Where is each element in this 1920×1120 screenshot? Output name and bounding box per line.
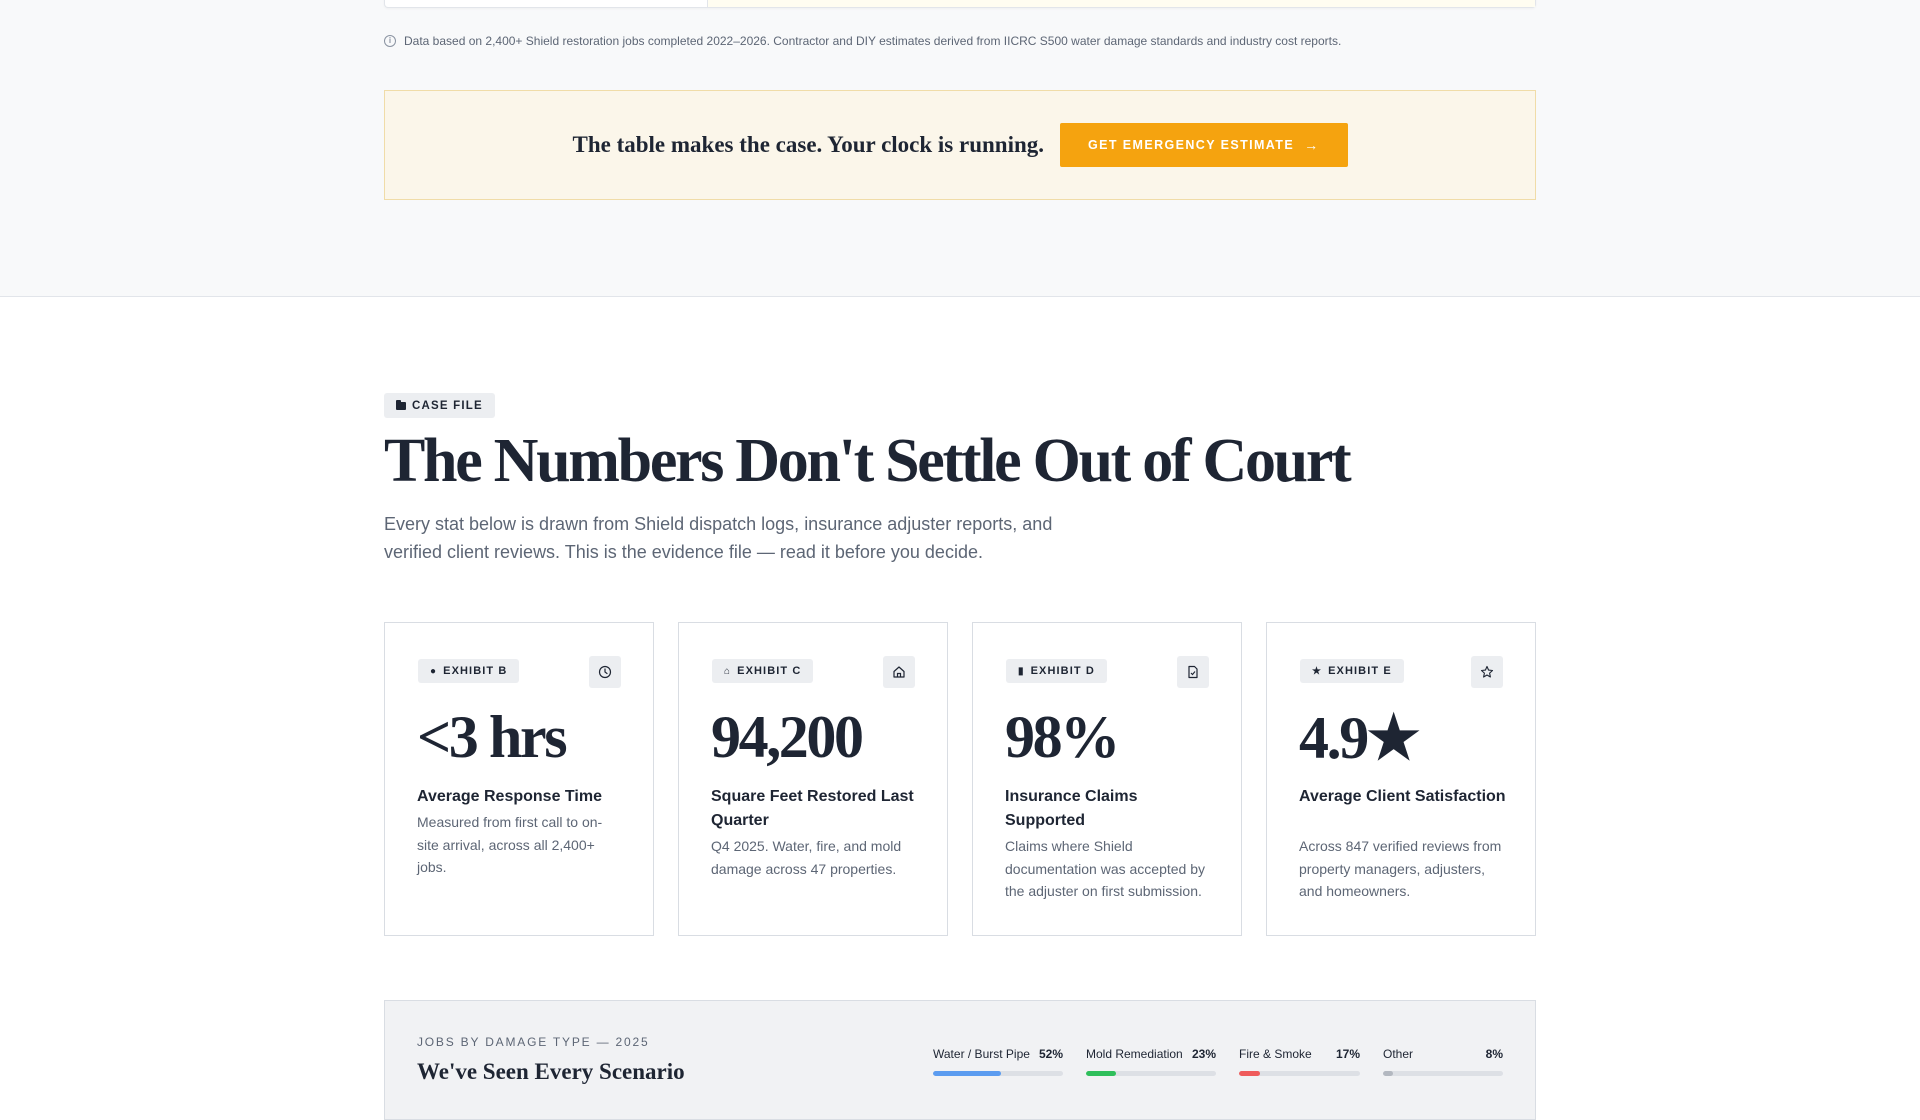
stat-description: Measured from first call to on-site arri…	[417, 814, 603, 875]
damage-title: We've Seen Every Scenario	[417, 1059, 685, 1084]
bar-label: Mold Remediation	[1086, 1047, 1183, 1061]
home-icon	[883, 656, 915, 688]
exhibit-label: EXHIBIT E	[1328, 665, 1392, 677]
column-divider	[707, 0, 708, 7]
exhibit-label: EXHIBIT D	[1030, 665, 1095, 677]
bar-percent: 8%	[1485, 1047, 1503, 1061]
home-small-icon: ⌂	[724, 665, 732, 677]
damage-bar-mold: Mold Remediation 23%	[1086, 1047, 1216, 1076]
comparison-table-bottom	[384, 0, 1536, 8]
bar-fill	[1239, 1071, 1260, 1076]
folder-icon	[396, 399, 406, 410]
section-subhead: Every stat below is drawn from Shield di…	[384, 514, 1053, 562]
source-note-text: Data based on 2,400+ Shield restoration …	[404, 34, 1342, 48]
bar-fill	[1086, 1071, 1116, 1076]
stat-card-response-time: ● EXHIBIT B <3 hrs Average Response Time…	[384, 622, 654, 936]
stat-cards: ● EXHIBIT B <3 hrs Average Response Time…	[384, 622, 1536, 936]
stat-label: Insurance Claims Supported	[1005, 788, 1138, 829]
damage-eyebrow: JOBS BY DAMAGE TYPE — 2025	[417, 1035, 650, 1049]
stat-label: Average Client Satisfaction	[1299, 788, 1506, 805]
exhibit-label: EXHIBIT C	[737, 665, 802, 677]
damage-bar-other: Other 8%	[1383, 1047, 1503, 1076]
exhibit-tag: ▮ EXHIBIT D	[1006, 659, 1107, 683]
bar-fill	[933, 1071, 1001, 1076]
bar-track	[1086, 1071, 1216, 1076]
damage-bar-fire: Fire & Smoke 17%	[1239, 1047, 1360, 1076]
bar-percent: 17%	[1335, 1047, 1360, 1061]
exhibit-label: EXHIBIT B	[443, 665, 508, 677]
star-small-icon: ★	[1312, 665, 1323, 677]
cta-text: The table makes the case. Your clock is …	[572, 132, 1045, 157]
exhibit-tag: ● EXHIBIT B	[418, 659, 520, 683]
stat-value: 4.9★	[1299, 705, 1421, 771]
document-small-icon: ▮	[1018, 665, 1025, 677]
stat-card-insurance-claims: ▮ EXHIBIT D 98% Insurance Claims Support…	[972, 622, 1242, 936]
exhibit-tag: ⌂ EXHIBIT C	[712, 659, 814, 683]
bar-track	[933, 1071, 1063, 1076]
stat-card-square-feet: ⌂ EXHIBIT C 94,200 Square Feet Restored …	[678, 622, 948, 936]
bar-percent: 23%	[1191, 1047, 1216, 1061]
stat-description: Across 847 verified reviews from propert…	[1299, 838, 1502, 899]
case-file-tag: CASE FILE	[384, 393, 495, 418]
source-note: i Data based on 2,400+ Shield restoratio…	[384, 34, 1341, 48]
star-icon	[1471, 656, 1503, 688]
stat-value: 94,200	[711, 704, 864, 770]
bar-label: Other	[1383, 1047, 1414, 1061]
cta-button-label: GET EMERGENCY ESTIMATE	[1088, 138, 1295, 152]
bar-track	[1239, 1071, 1360, 1076]
exhibit-bullet-icon: ●	[430, 665, 438, 677]
clock-icon	[589, 656, 621, 688]
case-file-label: CASE FILE	[412, 399, 483, 412]
section-headline: The Numbers Don't Settle Out of Court	[384, 427, 1352, 495]
document-icon	[1177, 656, 1209, 688]
stat-value: 98%	[1005, 704, 1120, 770]
cta-banner: The table makes the case. Your clock is …	[384, 90, 1536, 200]
stat-label: Average Response Time	[417, 788, 602, 805]
bar-percent: 52%	[1038, 1047, 1063, 1061]
stat-description: Claims where Shield documentation was ac…	[1005, 838, 1206, 899]
stat-value: <3 hrs	[417, 704, 568, 770]
arrow-right-icon: →	[1304, 137, 1320, 153]
stat-card-satisfaction: ★ EXHIBIT E 4.9★ Average Client Satisfac…	[1266, 622, 1536, 936]
bar-track	[1383, 1071, 1503, 1076]
stat-label: Square Feet Restored Last Quarter	[711, 788, 914, 829]
bar-label: Fire & Smoke	[1239, 1047, 1312, 1061]
damage-bar-water: Water / Burst Pipe 52%	[933, 1047, 1063, 1076]
bar-fill	[1383, 1071, 1393, 1076]
info-icon: i	[384, 35, 396, 47]
damage-type-panel: JOBS BY DAMAGE TYPE — 2025 We've Seen Ev…	[384, 1000, 1536, 1120]
get-emergency-estimate-button[interactable]: GET EMERGENCY ESTIMATE →	[1060, 123, 1348, 167]
highlighted-column	[708, 0, 1535, 7]
exhibit-tag: ★ EXHIBIT E	[1300, 659, 1404, 683]
stat-description: Q4 2025. Water, fire, and mold damage ac…	[711, 838, 902, 877]
bar-label: Water / Burst Pipe	[933, 1047, 1030, 1061]
